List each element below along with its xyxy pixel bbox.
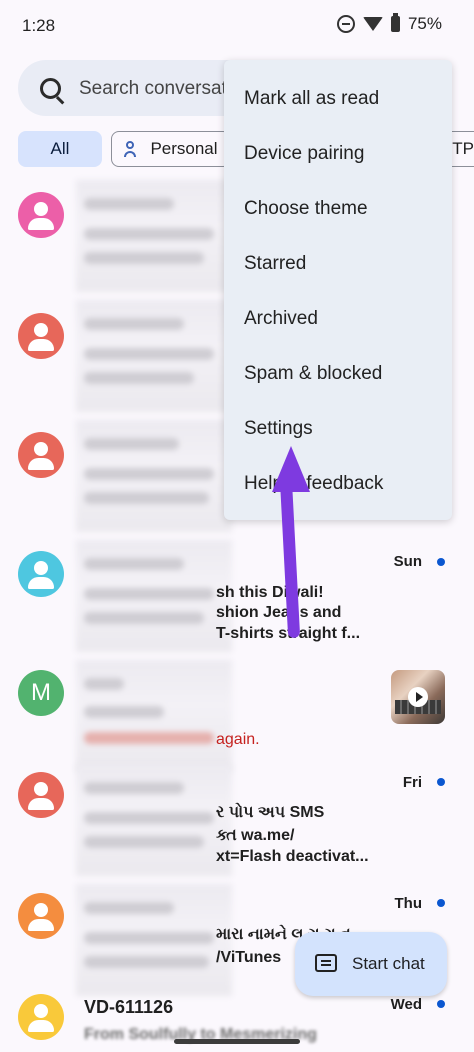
avatar xyxy=(18,192,64,238)
menu-item-help-feedback[interactable]: Help & feedback xyxy=(244,473,383,495)
start-chat-button[interactable]: Start chat xyxy=(295,932,447,996)
blurred-content xyxy=(76,180,232,292)
status-bar: 1:28 75% xyxy=(0,0,474,52)
status-icons: 75% xyxy=(336,13,442,34)
conversation-day: Thu xyxy=(394,895,423,912)
menu-item-device-pairing[interactable]: Device pairing xyxy=(244,143,364,165)
avatar-letter: M xyxy=(31,679,51,706)
search-icon[interactable] xyxy=(40,78,61,99)
menu-item-mark-all-read[interactable]: Mark all as read xyxy=(244,88,379,110)
conversation-day: Fri xyxy=(402,774,422,791)
avatar: M xyxy=(18,670,64,716)
unread-indicator xyxy=(437,558,445,566)
unread-indicator xyxy=(437,899,445,907)
conversation-preview: ર પોપ અપ SMS xyxy=(216,804,325,821)
blurred-content xyxy=(76,300,232,412)
conversation-item[interactable]: ર પોપ અપ SMS ક્ત wa.me/ xt=Flash deactiv… xyxy=(0,760,474,876)
conversation-item[interactable]: M again. xyxy=(0,660,474,772)
unread-indicator xyxy=(437,1000,445,1008)
avatar xyxy=(18,994,64,1040)
avatar xyxy=(18,772,64,818)
chip-personal[interactable]: Personal xyxy=(111,131,231,167)
conversation-day: Wed xyxy=(390,996,422,1013)
overflow-menu: Mark all as read Device pairing Choose t… xyxy=(224,60,452,520)
blurred-content xyxy=(76,540,232,652)
menu-item-archived[interactable]: Archived xyxy=(244,308,318,330)
media-thumbnail[interactable] xyxy=(391,670,445,724)
menu-item-starred[interactable]: Starred xyxy=(244,253,306,275)
blurred-content xyxy=(76,420,232,532)
wifi-icon xyxy=(362,17,383,31)
battery-percent: 75% xyxy=(407,14,442,33)
battery-icon xyxy=(390,13,400,32)
conversation-error-text: again. xyxy=(216,731,260,748)
blurred-content xyxy=(76,660,232,772)
avatar xyxy=(18,432,64,478)
menu-item-settings[interactable]: Settings xyxy=(244,418,313,440)
chip-all[interactable]: All xyxy=(18,131,102,167)
avatar xyxy=(18,313,64,359)
avatar xyxy=(18,893,64,939)
avatar xyxy=(18,551,64,597)
status-time: 1:28 xyxy=(22,16,56,35)
conversation-day: Sun xyxy=(393,553,422,570)
search-input[interactable]: Search conversati xyxy=(79,78,231,100)
play-icon xyxy=(408,687,428,707)
conversation-preview: shion Jeans and xyxy=(216,604,342,621)
conversation-preview: /ViTunes xyxy=(216,949,282,966)
conversation-item[interactable]: sh this Diwali! shion Jeans and T-shirts… xyxy=(0,540,474,652)
blurred-content xyxy=(76,764,232,876)
chip-personal-label: Personal xyxy=(150,139,218,158)
start-chat-label: Start chat xyxy=(352,954,425,973)
menu-item-spam-blocked[interactable]: Spam & blocked xyxy=(244,363,382,385)
menu-item-choose-theme[interactable]: Choose theme xyxy=(244,198,368,220)
blurred-content xyxy=(76,884,232,996)
person-icon xyxy=(124,141,136,157)
unread-indicator xyxy=(437,778,445,786)
arrow-up-annotation-head xyxy=(272,446,310,492)
conversation-title: VD-611126 xyxy=(84,997,174,1017)
conversation-preview: sh this Diwali! xyxy=(216,584,324,601)
gesture-nav-bar[interactable] xyxy=(174,1039,300,1044)
conversation-preview: xt=Flash deactivat... xyxy=(216,848,369,865)
do-not-disturb-icon xyxy=(336,15,355,33)
message-icon xyxy=(315,954,337,972)
conversation-preview: ક્ત wa.me/ xyxy=(216,827,295,844)
